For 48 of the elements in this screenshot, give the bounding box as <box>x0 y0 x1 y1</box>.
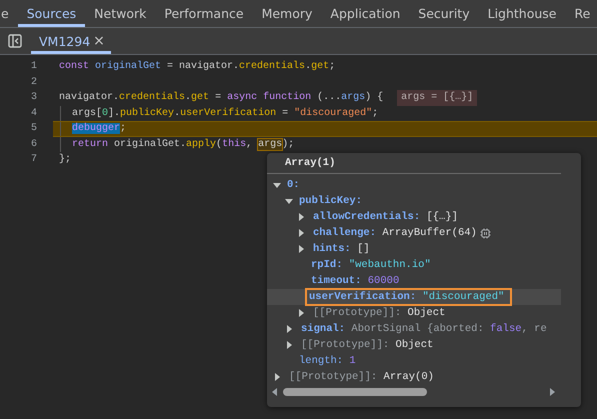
line-number: 3 <box>30 91 38 105</box>
property-entry: [[Prototype]]: Object <box>312 307 446 319</box>
popover-title: Array(1) <box>267 153 561 174</box>
code-line: const originalGet = navigator.credentials.get; <box>59 60 336 74</box>
line-number: 5 <box>30 122 38 136</box>
code-line: navigator.credentials.get = async function (...args) { <box>59 90 384 105</box>
property-entry: signal: AbortSignal {aborted: false, re <box>300 323 548 335</box>
property-entry: challenge: ArrayBuffer(64) <box>312 227 478 239</box>
collapsed-arrow-icon[interactable] <box>299 229 304 237</box>
property-entry: [[Prototype]]: Object <box>300 339 434 351</box>
property-entry: rpId: "webauthn.io" <box>310 259 432 271</box>
property-entry: allowCredentials: [{…}] <box>312 211 459 223</box>
file-tab[interactable]: VM1294 × <box>31 28 111 54</box>
close-button[interactable]: × <box>93 33 105 49</box>
line-number: 4 <box>30 106 38 120</box>
panel-tab[interactable]: Memory <box>252 0 322 27</box>
collapsed-arrow-icon[interactable] <box>287 325 292 333</box>
panel-tab[interactable]: Lighthouse <box>478 0 566 27</box>
collapsed-arrow-icon[interactable] <box>299 213 304 221</box>
panel-tab[interactable]: e <box>0 0 18 27</box>
line-number: 6 <box>30 138 38 152</box>
line-number: 2 <box>30 76 38 90</box>
property-entry: [[Prototype]]: Array(0) <box>288 371 435 383</box>
inline-value: args = [{…}] <box>397 90 478 106</box>
property-entry: 0: <box>286 179 301 191</box>
panel-tab[interactable]: Re <box>566 0 597 27</box>
code-line: }; <box>59 152 72 167</box>
property-entry: userVerification: "discouraged" <box>307 290 510 304</box>
line-number: 1 <box>30 60 38 74</box>
property-entry: timeout: 60000 <box>310 275 400 287</box>
panel-tab[interactable]: Security <box>409 0 479 27</box>
panel-tab[interactable]: Performance <box>155 0 253 27</box>
memory-inspector-icon[interactable] <box>480 228 491 238</box>
collapsed-arrow-icon[interactable] <box>299 309 304 317</box>
collapsed-arrow-icon[interactable] <box>275 373 280 381</box>
collapsed-arrow-icon[interactable] <box>299 245 304 253</box>
collapsed-arrow-icon[interactable] <box>287 341 292 349</box>
property-entry: publicKey: <box>298 195 364 207</box>
code-line: args[0].publicKey.userVerification = "discouraged"; <box>72 106 378 120</box>
property-entry: length: 1 <box>298 355 357 367</box>
panel-tab[interactable]: Application <box>321 0 410 27</box>
code-line: return originalGet.apply(this, args); <box>72 138 294 152</box>
sidebar-toggle-icon[interactable] <box>8 34 22 48</box>
expanded-arrow-icon[interactable] <box>273 182 281 188</box>
panel-tab[interactable]: Network <box>85 0 156 27</box>
property-entry: hints: [] <box>312 243 371 255</box>
line-number: 7 <box>30 153 38 167</box>
expanded-arrow-icon[interactable] <box>285 198 293 204</box>
